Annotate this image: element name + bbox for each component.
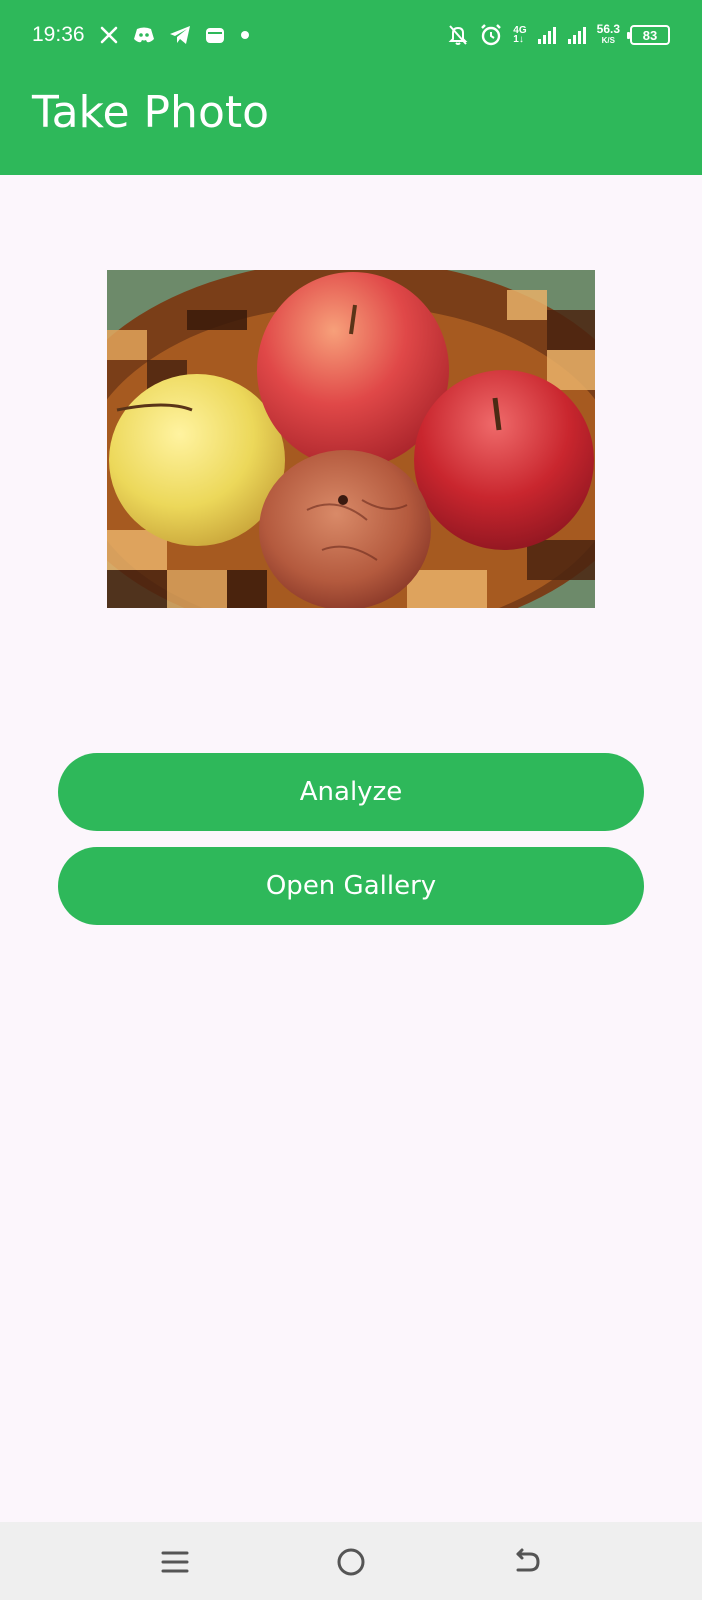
status-time: 19:36 xyxy=(32,23,85,46)
signal-icon-2 xyxy=(567,25,587,45)
back-icon[interactable] xyxy=(507,1542,547,1582)
open-gallery-button[interactable]: Open Gallery xyxy=(58,847,644,925)
speed-unit: K/S xyxy=(601,36,615,45)
status-left: 19:36 xyxy=(32,23,251,47)
discord-icon xyxy=(133,26,155,44)
network-label-bottom: 1↓ xyxy=(513,34,524,45)
apples-in-bowl-photo xyxy=(107,270,595,608)
page-title: Take Photo xyxy=(32,87,270,138)
alarm-icon xyxy=(479,23,503,47)
status-right: 4G 1↓ 56.3 K/S 83 xyxy=(447,23,670,47)
menu-icon[interactable] xyxy=(155,1542,195,1582)
battery-level: 83 xyxy=(642,27,658,43)
signal-icon xyxy=(537,25,557,45)
dot-icon xyxy=(239,29,251,41)
navigation-bar xyxy=(0,1522,702,1600)
speed-value: 56.3 xyxy=(596,22,620,36)
home-icon[interactable] xyxy=(331,1542,371,1582)
network-type: 4G 1↓ xyxy=(513,26,526,45)
network-speed: 56.3 K/S xyxy=(596,22,620,46)
analyze-button[interactable]: Analyze xyxy=(58,753,644,831)
status-bar: 19:36 4G 1↓ 56.3 K/S 83 xyxy=(0,0,702,70)
bell-off-icon xyxy=(447,24,469,46)
x-icon xyxy=(99,25,119,45)
telegram-icon xyxy=(169,25,191,45)
battery-icon: 83 xyxy=(627,25,670,45)
wallet-icon xyxy=(205,26,225,44)
app-bar: Take Photo xyxy=(0,70,702,175)
